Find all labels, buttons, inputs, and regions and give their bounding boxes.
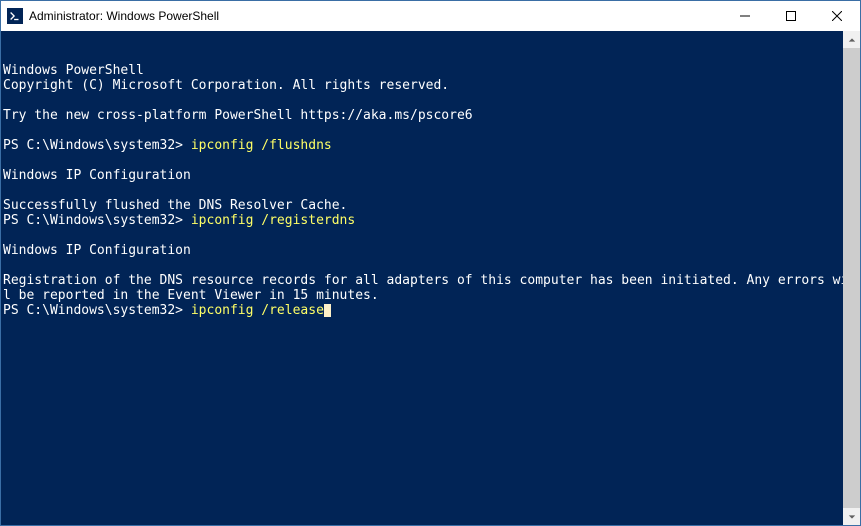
terminal-area[interactable]: Windows PowerShellCopyright (C) Microsof… bbox=[1, 31, 860, 525]
prompt-line: PS C:\Windows\system32> ipconfig /regist… bbox=[3, 213, 858, 228]
command-text: ipconfig /registerdns bbox=[191, 213, 355, 228]
terminal-line bbox=[3, 228, 858, 243]
terminal-line bbox=[3, 93, 858, 108]
terminal-line: Registration of the DNS resource records… bbox=[3, 273, 858, 303]
terminal-line: Windows IP Configuration bbox=[3, 168, 858, 183]
terminal-line bbox=[3, 153, 858, 168]
scrollbar-track[interactable] bbox=[843, 48, 860, 508]
powershell-window: Administrator: Windows PowerShell Window… bbox=[0, 0, 861, 526]
terminal-line bbox=[3, 123, 858, 138]
minimize-button[interactable] bbox=[722, 1, 768, 31]
prompt-text: PS C:\Windows\system32> bbox=[3, 213, 191, 228]
terminal-line: Copyright (C) Microsoft Corporation. All… bbox=[3, 78, 858, 93]
command-text: ipconfig /flushdns bbox=[191, 138, 332, 153]
scrollbar-down-button[interactable] bbox=[843, 508, 860, 525]
terminal-line: Windows PowerShell bbox=[3, 63, 858, 78]
titlebar[interactable]: Administrator: Windows PowerShell bbox=[1, 1, 860, 31]
terminal-line: Successfully flushed the DNS Resolver Ca… bbox=[3, 198, 858, 213]
window-title: Administrator: Windows PowerShell bbox=[29, 9, 722, 23]
terminal-content[interactable]: Windows PowerShellCopyright (C) Microsof… bbox=[3, 63, 858, 318]
terminal-line bbox=[3, 258, 858, 273]
prompt-text: PS C:\Windows\system32> bbox=[3, 138, 191, 153]
scrollbar-thumb[interactable] bbox=[843, 48, 860, 508]
cursor bbox=[324, 304, 331, 317]
maximize-button[interactable] bbox=[768, 1, 814, 31]
scrollbar[interactable] bbox=[843, 31, 860, 525]
terminal-line bbox=[3, 183, 858, 198]
powershell-icon bbox=[7, 8, 23, 24]
prompt-line: PS C:\Windows\system32> ipconfig /releas… bbox=[3, 303, 858, 318]
terminal-line: Windows IP Configuration bbox=[3, 243, 858, 258]
scrollbar-up-button[interactable] bbox=[843, 31, 860, 48]
close-button[interactable] bbox=[814, 1, 860, 31]
terminal-line: Try the new cross-platform PowerShell ht… bbox=[3, 108, 858, 123]
window-controls bbox=[722, 1, 860, 31]
prompt-text: PS C:\Windows\system32> bbox=[3, 303, 191, 318]
prompt-line: PS C:\Windows\system32> ipconfig /flushd… bbox=[3, 138, 858, 153]
command-text: ipconfig /release bbox=[191, 303, 324, 318]
